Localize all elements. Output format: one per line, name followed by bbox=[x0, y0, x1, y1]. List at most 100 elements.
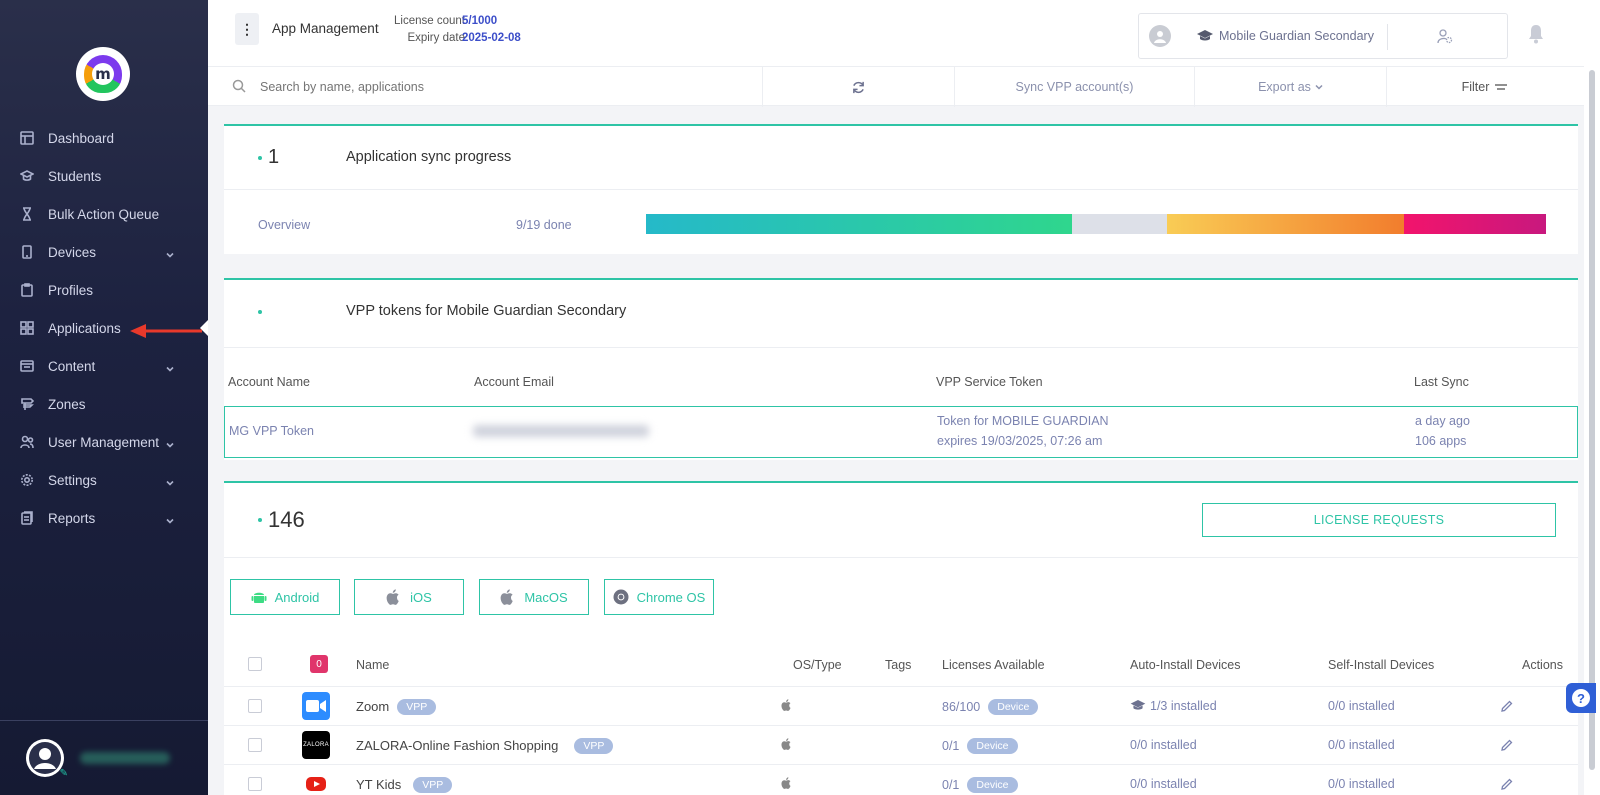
chevron-down-icon bbox=[166, 247, 174, 258]
sidebar-item-devices[interactable]: Devices bbox=[0, 234, 208, 270]
search-icon bbox=[232, 79, 246, 93]
self-install-devices[interactable]: 0/0 installed bbox=[1328, 738, 1395, 752]
app-name-text: Zoom bbox=[356, 699, 390, 714]
expiry-date-label: Expiry date bbox=[407, 32, 465, 44]
auto-install-devices[interactable]: 0/0 installed bbox=[1130, 777, 1197, 791]
edit-icon[interactable] bbox=[1500, 699, 1514, 713]
table-row[interactable]: MG VPP Token Token for MOBILE GUARDIAN e… bbox=[224, 406, 1578, 458]
sidebar-item-reports[interactable]: Reports bbox=[0, 500, 208, 536]
app-name[interactable]: Zoom VPP bbox=[356, 699, 437, 715]
sidebar-item-label: Devices bbox=[48, 244, 97, 260]
avatar[interactable]: ✎ bbox=[26, 739, 68, 779]
sync-progress-card: 1 Application sync progress Overview 9/1… bbox=[224, 124, 1578, 254]
row-checkbox[interactable] bbox=[248, 738, 262, 752]
card-title: Application sync progress bbox=[346, 149, 512, 165]
apple-icon bbox=[500, 589, 514, 605]
filter-chromeos-button[interactable]: Chrome OS bbox=[604, 579, 714, 615]
export-as-dropdown[interactable]: Export as bbox=[1194, 67, 1386, 107]
sidebar-item-user-management[interactable]: User Management bbox=[0, 424, 208, 460]
col-licenses[interactable]: Licenses Available bbox=[942, 658, 1045, 672]
table-row[interactable]: YT Kids VPP 0/1 Device 0/0 installed 0/0 i… bbox=[224, 765, 1578, 795]
app-name[interactable]: YT Kids VPP bbox=[356, 777, 453, 793]
divider bbox=[1387, 24, 1388, 50]
col-os-type[interactable]: OS/Type bbox=[793, 658, 842, 672]
self-install-devices[interactable]: 0/0 installed bbox=[1328, 777, 1395, 791]
col-auto-install[interactable]: Auto-Install Devices bbox=[1130, 658, 1240, 672]
reports-icon bbox=[20, 511, 34, 525]
dashboard-icon bbox=[20, 131, 34, 145]
progress-segment bbox=[1403, 214, 1546, 234]
help-button[interactable]: ? bbox=[1566, 683, 1596, 713]
page-title: App Management bbox=[272, 21, 379, 36]
sidebar-item-students[interactable]: Students bbox=[0, 158, 208, 194]
school-name[interactable]: Mobile Guardian Secondary bbox=[1197, 29, 1374, 43]
license-requests-button[interactable]: LICENSE REQUESTS bbox=[1202, 503, 1556, 537]
school-selector[interactable]: Mobile Guardian Secondary bbox=[1138, 13, 1508, 59]
apple-icon bbox=[781, 699, 791, 711]
overview-link[interactable]: Overview bbox=[258, 218, 310, 232]
school-name-text: Mobile Guardian Secondary bbox=[1219, 29, 1374, 43]
licenses-value: 86/100 bbox=[942, 700, 981, 714]
auto-install-devices[interactable]: 0/0 installed bbox=[1130, 738, 1197, 752]
sidebar-item-profiles[interactable]: Profiles bbox=[0, 272, 208, 308]
col-tags[interactable]: Tags bbox=[885, 658, 911, 672]
license-count-value: 5/1000 bbox=[462, 15, 498, 27]
sidebar-item-label: Zones bbox=[48, 396, 86, 412]
filter-macos-button[interactable]: MacOS bbox=[479, 579, 589, 615]
select-all-checkbox[interactable] bbox=[248, 657, 262, 671]
school-avatar-icon bbox=[1149, 25, 1171, 47]
refresh-button[interactable] bbox=[762, 67, 954, 107]
chevron-down-icon bbox=[166, 513, 174, 524]
done-count: 9/19 done bbox=[516, 218, 572, 232]
search-input[interactable] bbox=[260, 75, 730, 99]
col-self-install[interactable]: Self-Install Devices bbox=[1328, 658, 1434, 672]
filter-ios-button[interactable]: iOS bbox=[354, 579, 464, 615]
filter-button[interactable]: Filter bbox=[1386, 67, 1582, 107]
apple-icon bbox=[781, 738, 791, 750]
mobile-guardian-logo[interactable]: m bbox=[76, 47, 130, 101]
edit-icon[interactable] bbox=[1500, 738, 1514, 752]
user-settings-icon[interactable] bbox=[1437, 28, 1453, 47]
hourglass-icon bbox=[20, 207, 34, 221]
last-sync-time: a day ago bbox=[1415, 414, 1470, 428]
edit-pencil-icon[interactable]: ✎ bbox=[60, 768, 68, 779]
table-row[interactable]: Zoom VPP 86/100 Device 1/3 installed 0/0 i… bbox=[224, 687, 1578, 726]
vpp-badge: VPP bbox=[397, 699, 437, 715]
sidebar-item-dashboard[interactable]: Dashboard bbox=[0, 120, 208, 156]
filter-android-button[interactable]: Android bbox=[230, 579, 340, 615]
scrollbar-thumb[interactable] bbox=[1589, 70, 1595, 770]
sync-progress-bar bbox=[646, 214, 1546, 234]
sidebar-item-label: Profiles bbox=[48, 282, 94, 298]
license-type-badge: Device bbox=[967, 738, 1018, 754]
license-type-badge: Device bbox=[967, 777, 1018, 793]
table-row[interactable]: ZALORA ZALORA-Online Fashion Shopping VPP… bbox=[224, 726, 1578, 765]
progress-segment bbox=[1167, 214, 1404, 234]
gear-icon bbox=[20, 473, 34, 487]
notification-bell-icon[interactable] bbox=[1528, 24, 1544, 44]
kebab-menu-button[interactable]: ⋮ bbox=[235, 13, 259, 45]
row-checkbox[interactable] bbox=[248, 777, 262, 791]
os-button-label: Chrome OS bbox=[636, 589, 706, 605]
sidebar-item-label: Students bbox=[48, 168, 102, 184]
vpp-badge: VPP bbox=[574, 738, 614, 754]
sidebar-item-settings[interactable]: Settings bbox=[0, 462, 208, 498]
apple-icon bbox=[386, 589, 399, 605]
col-name[interactable]: Name bbox=[356, 658, 389, 672]
sidebar-item-zones[interactable]: Zones bbox=[0, 386, 208, 422]
token-name: Token for MOBILE GUARDIAN bbox=[937, 414, 1109, 428]
last-sync-apps: 106 apps bbox=[1415, 434, 1467, 448]
edit-icon[interactable] bbox=[1500, 777, 1514, 791]
export-label: Export as bbox=[1258, 80, 1311, 94]
app-name[interactable]: ZALORA-Online Fashion Shopping VPP bbox=[356, 738, 614, 754]
sync-vpp-button[interactable]: Sync VPP account(s) bbox=[954, 67, 1194, 107]
sidebar-item-bulk-action-queue[interactable]: Bulk Action Queue bbox=[0, 196, 208, 232]
user-profile-area[interactable]: ✎ bbox=[0, 720, 208, 795]
zalora-app-icon: ZALORA bbox=[302, 731, 330, 759]
auto-install-devices[interactable]: 1/3 installed bbox=[1130, 699, 1217, 713]
vpp-tokens-card: VPP tokens for Mobile Guardian Secondary… bbox=[224, 278, 1578, 460]
col-actions: Actions bbox=[1522, 658, 1563, 672]
self-install-devices[interactable]: 0/0 installed bbox=[1328, 699, 1395, 713]
zones-icon bbox=[20, 397, 34, 411]
row-checkbox[interactable] bbox=[248, 699, 262, 713]
sidebar-item-content[interactable]: Content bbox=[0, 348, 208, 384]
